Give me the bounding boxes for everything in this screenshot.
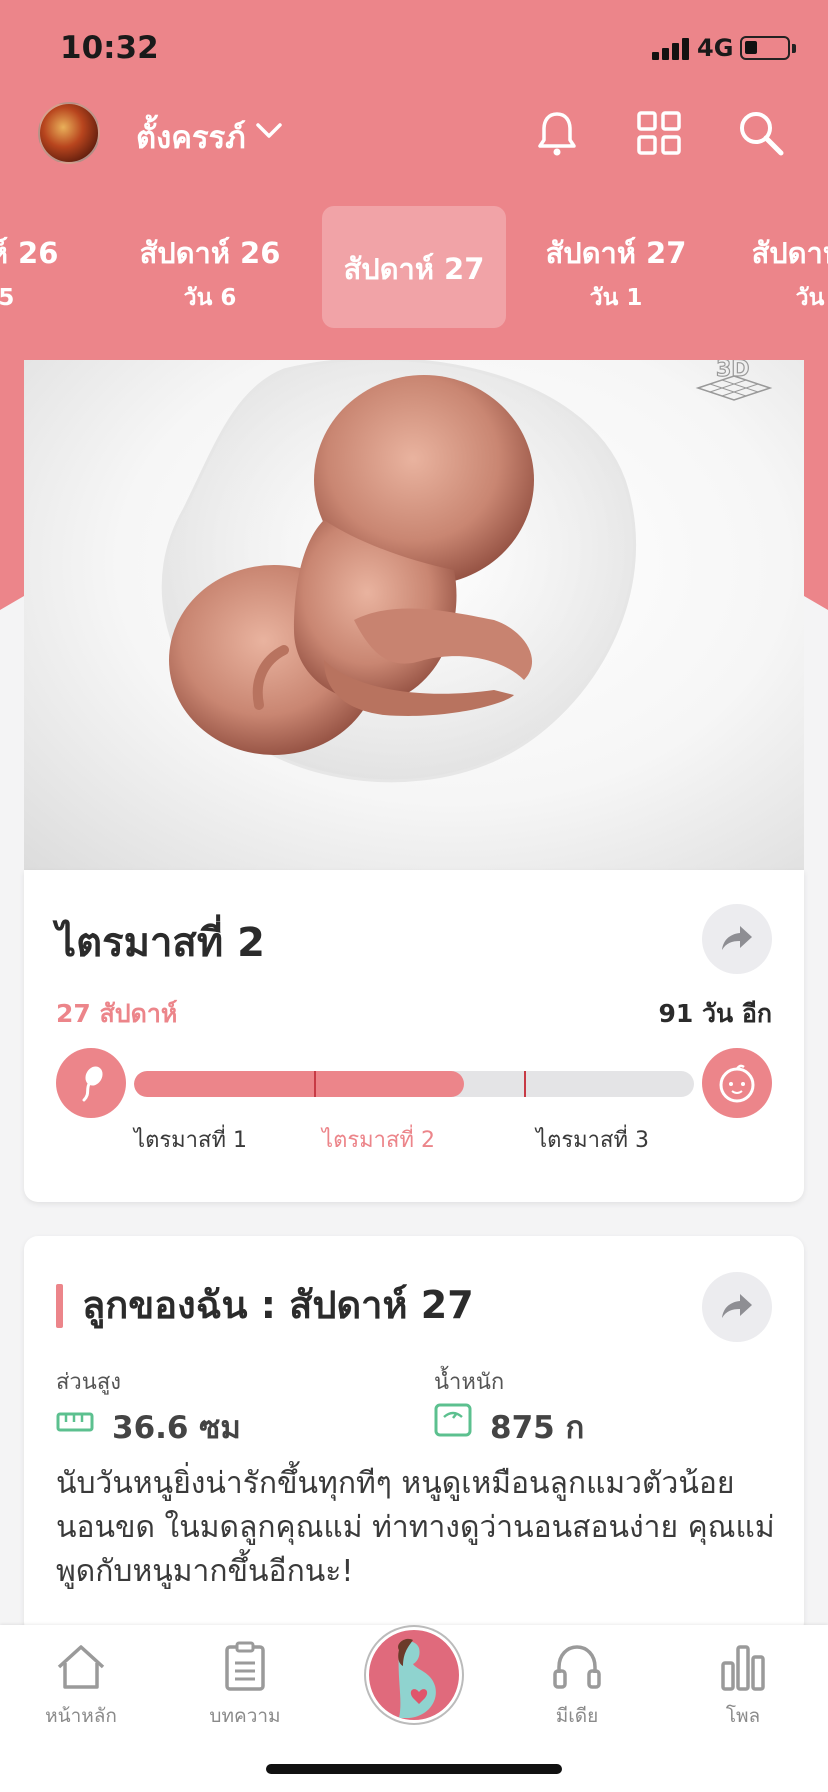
- share-button[interactable]: [702, 904, 772, 974]
- bell-icon[interactable]: [532, 108, 582, 158]
- week-tab-label: สัปดาห์ 26: [139, 236, 281, 270]
- week-tab[interactable]: สัปดาห์ 27 วัน 2: [730, 206, 828, 328]
- pregnant-mom-icon: [398, 1638, 436, 1718]
- baby-description: นับวันหนูยิ่งน่ารักขึ้นทุกทีๆ หนูดูเหมือ…: [56, 1466, 775, 1589]
- week-tab-label: สัปดาห์ 27: [343, 252, 485, 286]
- status-bar: 10:32 4G: [0, 0, 828, 96]
- nav-polls-label: โพล: [725, 1705, 761, 1727]
- top-bar: ตั้งครรภ์: [0, 96, 828, 172]
- trimester-divider: [314, 1071, 316, 1097]
- fetus-image[interactable]: 3D: [24, 360, 804, 870]
- share-icon: [722, 1294, 752, 1318]
- network-type: 4G: [697, 34, 734, 62]
- battery-tip: [792, 44, 796, 53]
- nav-media[interactable]: มีเดีย: [512, 1639, 642, 1731]
- share-button[interactable]: [702, 1272, 772, 1342]
- week-tab[interactable]: สัปดาห์ 26 วัน 5: [0, 206, 80, 328]
- pregnancy-progress-bar: [134, 1071, 694, 1097]
- 3d-badge-text: 3D: [716, 360, 750, 382]
- home-icon: [57, 1645, 105, 1689]
- accent-bar: [56, 1284, 63, 1328]
- grid-icon[interactable]: [634, 108, 684, 158]
- scale-icon: [434, 1403, 472, 1437]
- status-time: 10:32: [60, 30, 159, 66]
- ruler-icon: [56, 1412, 94, 1432]
- baby-card-title: ลูกของฉัน : สัปดาห์ 27: [82, 1283, 474, 1327]
- trimester-card: ไตรมาสที่ 2 27 สัปดาห์ 91 วัน อีก ไตรมาส…: [24, 870, 804, 1202]
- trimester-2-label: ไตรมาสที่ 2: [322, 1128, 435, 1153]
- sperm-icon: [56, 1048, 126, 1118]
- headphones-icon: [553, 1645, 601, 1689]
- chevron-down-icon[interactable]: [256, 122, 282, 140]
- height-value: 36.6 ซม: [112, 1410, 241, 1446]
- fetus-illustration: [161, 360, 636, 783]
- days-left: 91 วัน อีก: [658, 999, 772, 1028]
- week-tab[interactable]: สัปดาห์ 27 วัน 1: [524, 206, 708, 328]
- home-indicator: [266, 1764, 562, 1774]
- nav-articles[interactable]: บทความ: [180, 1639, 310, 1731]
- week-tab-label: สัปดาห์ 26: [0, 236, 59, 270]
- week-tabs: สัปดาห์ 26 วัน 5 สัปดาห์ 26 วัน 6 สัปดาห…: [0, 206, 828, 330]
- bar-chart-icon: [721, 1645, 765, 1691]
- trimester-divider: [524, 1071, 526, 1097]
- week-tab-label: สัปดาห์ 27: [751, 236, 828, 270]
- weight-label: น้ำหนัก: [434, 1370, 505, 1395]
- nav-media-label: มีเดีย: [555, 1705, 599, 1727]
- week-tab-day: วัน 2: [795, 285, 828, 311]
- signal-icon: [652, 38, 692, 60]
- trimester-3-label: ไตรมาสที่ 3: [536, 1128, 649, 1153]
- baby-card: ลูกของฉัน : สัปดาห์ 27 ส่วนสูง 36.6 ซม น…: [24, 1236, 804, 1636]
- nav-pregnancy-button[interactable]: [366, 1627, 462, 1723]
- weeks-count: 27 สัปดาห์: [56, 999, 178, 1028]
- week-tab[interactable]: สัปดาห์ 26 วัน 6: [118, 206, 302, 328]
- week-tab-label: สัปดาห์ 27: [545, 236, 687, 270]
- week-tab-day: วัน 5: [0, 285, 15, 311]
- height-label: ส่วนสูง: [56, 1370, 121, 1395]
- profile-name[interactable]: ตั้งครรภ์: [136, 112, 246, 162]
- nav-home[interactable]: หน้าหลัก: [16, 1639, 146, 1731]
- clipboard-icon: [225, 1641, 265, 1691]
- baby-face-icon: [702, 1048, 772, 1118]
- week-tab-day: วัน 6: [183, 285, 237, 311]
- 3d-view-icon[interactable]: 3D: [694, 360, 774, 404]
- trimester-1-label: ไตรมาสที่ 1: [134, 1128, 247, 1153]
- battery-icon: [740, 36, 790, 60]
- week-tab-day: วัน 1: [589, 285, 643, 311]
- week-tab-active[interactable]: สัปดาห์ 27: [322, 206, 506, 328]
- share-icon: [722, 926, 752, 950]
- trimester-title: ไตรมาสที่ 2: [56, 920, 265, 966]
- avatar[interactable]: [38, 102, 100, 164]
- weight-value: 875 ก: [490, 1410, 585, 1446]
- nav-articles-label: บทความ: [209, 1705, 281, 1727]
- nav-polls[interactable]: โพล: [678, 1639, 808, 1731]
- search-icon[interactable]: [736, 108, 786, 158]
- nav-home-label: หน้าหลัก: [45, 1705, 117, 1727]
